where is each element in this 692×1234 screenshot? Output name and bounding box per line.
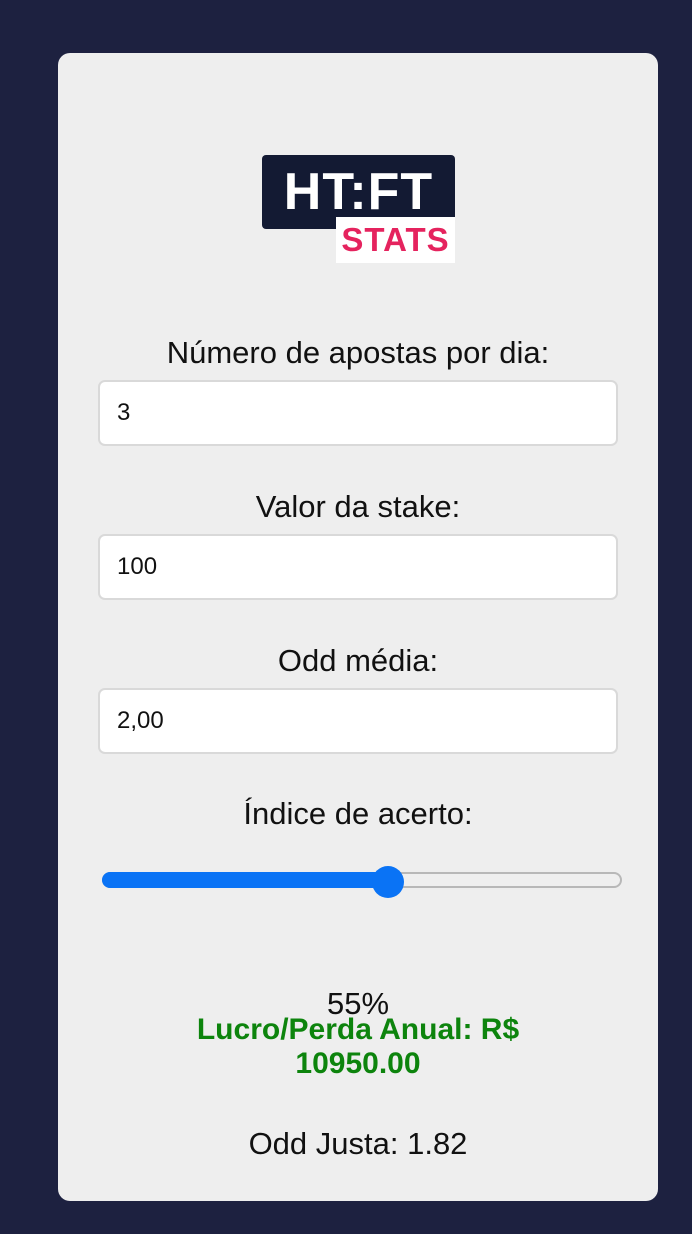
htft-stats-logo: HT:FT STATS [262,155,455,263]
annual-profit-loss-label: Lucro/Perda Anual: R$ [196,1013,520,1046]
slider-thumb[interactable] [372,866,404,898]
hit-rate-label: Índice de acerto: [243,796,473,831]
annual-profit-loss: Lucro/Perda Anual: R$ 10950.00 [58,1013,658,1081]
stake-label: Valor da stake: [255,489,461,524]
annual-profit-loss-amount: 10950.00 [295,1047,421,1080]
bets-per-day-input[interactable] [98,380,618,446]
hit-rate-slider[interactable] [102,866,622,898]
logo-subtitle: STATS [336,217,455,263]
calculator-card: HT:FT STATS Número de apostas por dia: V… [58,53,658,1201]
avg-odd-input[interactable] [98,688,618,754]
stake-input[interactable] [98,534,618,600]
avg-odd-label: Odd média: [277,643,439,678]
bets-per-day-label: Número de apostas por dia: [166,335,550,370]
fair-odd: Odd Justa: 1.82 [248,1126,468,1161]
slider-fill [102,872,388,888]
